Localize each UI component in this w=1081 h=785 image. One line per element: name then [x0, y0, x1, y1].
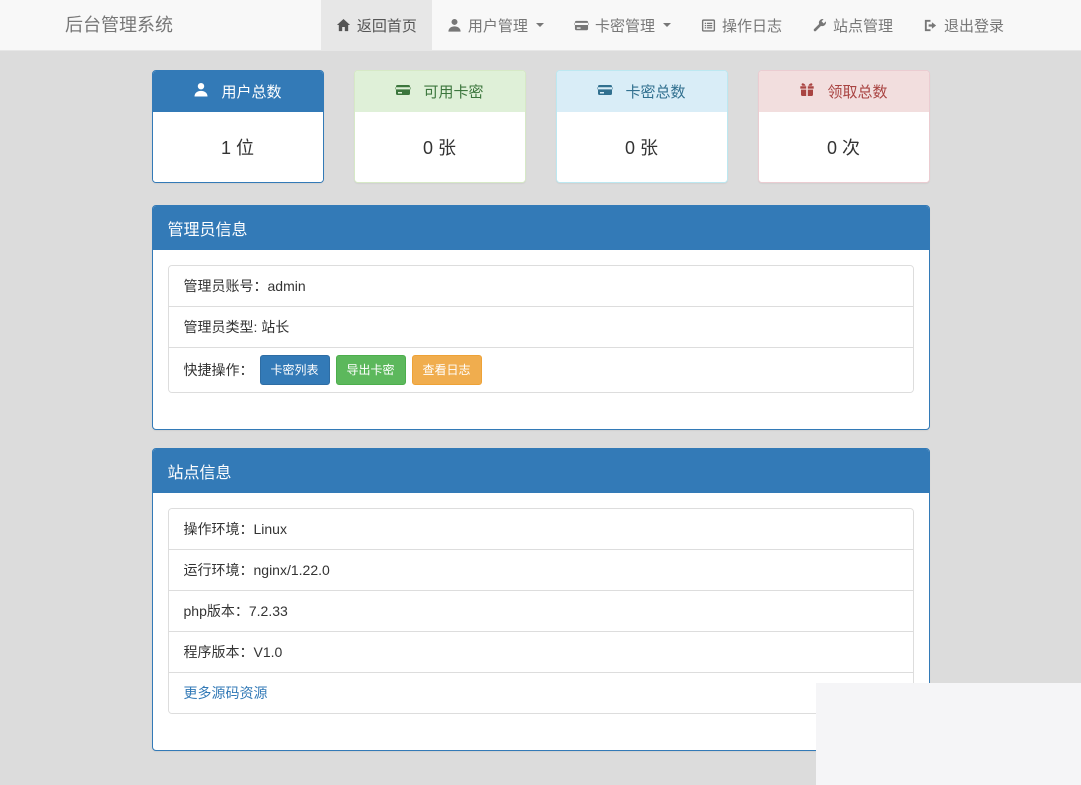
navbar-menu: 返回首页 用户管理 卡密管理 操作日志 站点管理 — [321, 0, 1019, 50]
stat-card-value: 0 张 — [557, 112, 727, 182]
app-title: 后台管理系统 — [65, 0, 173, 50]
stat-card-total-claims: 领取总数 0 次 — [758, 70, 930, 183]
stat-card-header: 用户总数 — [153, 71, 323, 112]
credit-card-icon — [574, 18, 589, 33]
panel-body: 操作环境：Linux 运行环境：nginx/1.22.0 php版本：7.2.3… — [153, 493, 929, 750]
stats-row: 用户总数 1 位 可用卡密 0 张 卡密总数 0 张 — [152, 70, 930, 183]
stat-card-total-users: 用户总数 1 位 — [152, 70, 324, 183]
list-item: 更多源码资源 — [169, 673, 913, 713]
stat-card-value: 0 张 — [355, 112, 525, 182]
list-item: 操作环境：Linux — [169, 509, 913, 550]
nav-item-user-management[interactable]: 用户管理 — [432, 0, 559, 50]
stat-card-title: 领取总数 — [827, 81, 887, 102]
panel-body: 管理员账号：admin 管理员类型: 站长 快捷操作： 卡密列表 导出卡密 查看… — [153, 250, 929, 429]
nav-item-logout[interactable]: 退出登录 — [908, 0, 1019, 50]
quick-actions-label: 快捷操作： — [184, 360, 254, 380]
home-icon — [336, 18, 351, 33]
list-item: 管理员类型: 站长 — [169, 307, 913, 348]
overlay-box — [816, 683, 1081, 785]
sign-out-icon — [923, 18, 938, 33]
view-log-button[interactable]: 查看日志 — [412, 355, 482, 385]
nav-item-card-management[interactable]: 卡密管理 — [559, 0, 686, 50]
nav-item-label: 站点管理 — [833, 15, 893, 36]
panel-title: 站点信息 — [153, 449, 929, 493]
stat-card-available-cards: 可用卡密 0 张 — [354, 70, 526, 183]
site-info-panel: 站点信息 操作环境：Linux 运行环境：nginx/1.22.0 php版本：… — [152, 448, 930, 751]
nav-item-label: 退出登录 — [944, 15, 1004, 36]
wrench-icon — [812, 18, 827, 33]
main-content: 用户总数 1 位 可用卡密 0 张 卡密总数 0 张 — [152, 70, 930, 751]
stat-card-value: 0 次 — [759, 112, 929, 182]
list-item: php版本：7.2.33 — [169, 591, 913, 632]
nav-item-label: 返回首页 — [357, 15, 417, 36]
nav-item-site-management[interactable]: 站点管理 — [797, 0, 908, 50]
chevron-down-icon — [663, 23, 671, 27]
more-resources-link[interactable]: 更多源码资源 — [184, 683, 268, 703]
stat-card-title: 可用卡密 — [423, 81, 483, 102]
card-list-button[interactable]: 卡密列表 — [260, 355, 330, 385]
credit-card-icon — [597, 82, 613, 102]
site-info-list: 操作环境：Linux 运行环境：nginx/1.22.0 php版本：7.2.3… — [168, 508, 914, 714]
export-cards-button[interactable]: 导出卡密 — [336, 355, 406, 385]
chevron-down-icon — [536, 23, 544, 27]
stat-card-header: 可用卡密 — [355, 71, 525, 112]
list-item: 运行环境：nginx/1.22.0 — [169, 550, 913, 591]
quick-actions-row: 快捷操作： 卡密列表 导出卡密 查看日志 — [169, 348, 913, 392]
stat-card-header: 领取总数 — [759, 71, 929, 112]
user-icon — [193, 82, 209, 102]
panel-title: 管理员信息 — [153, 206, 929, 250]
admin-info-panel: 管理员信息 管理员账号：admin 管理员类型: 站长 快捷操作： 卡密列表 导… — [152, 205, 930, 430]
list-item: 管理员账号：admin — [169, 266, 913, 307]
credit-card-icon — [395, 82, 411, 102]
admin-info-list: 管理员账号：admin 管理员类型: 站长 快捷操作： 卡密列表 导出卡密 查看… — [168, 265, 914, 393]
top-navbar: 后台管理系统 返回首页 用户管理 卡密管理 操作日志 — [0, 0, 1081, 51]
stat-card-title: 卡密总数 — [625, 81, 685, 102]
gift-icon — [799, 82, 815, 102]
nav-item-label: 卡密管理 — [595, 15, 655, 36]
stat-card-header: 卡密总数 — [557, 71, 727, 112]
stat-card-title: 用户总数 — [221, 81, 281, 102]
nav-item-label: 操作日志 — [722, 15, 782, 36]
stat-card-total-cards: 卡密总数 0 张 — [556, 70, 728, 183]
list-item: 程序版本：V1.0 — [169, 632, 913, 673]
user-icon — [447, 18, 462, 33]
stat-card-value: 1 位 — [153, 112, 323, 182]
nav-item-home[interactable]: 返回首页 — [321, 0, 432, 50]
list-alt-icon — [701, 18, 716, 33]
nav-item-operation-log[interactable]: 操作日志 — [686, 0, 797, 50]
nav-item-label: 用户管理 — [468, 15, 528, 36]
